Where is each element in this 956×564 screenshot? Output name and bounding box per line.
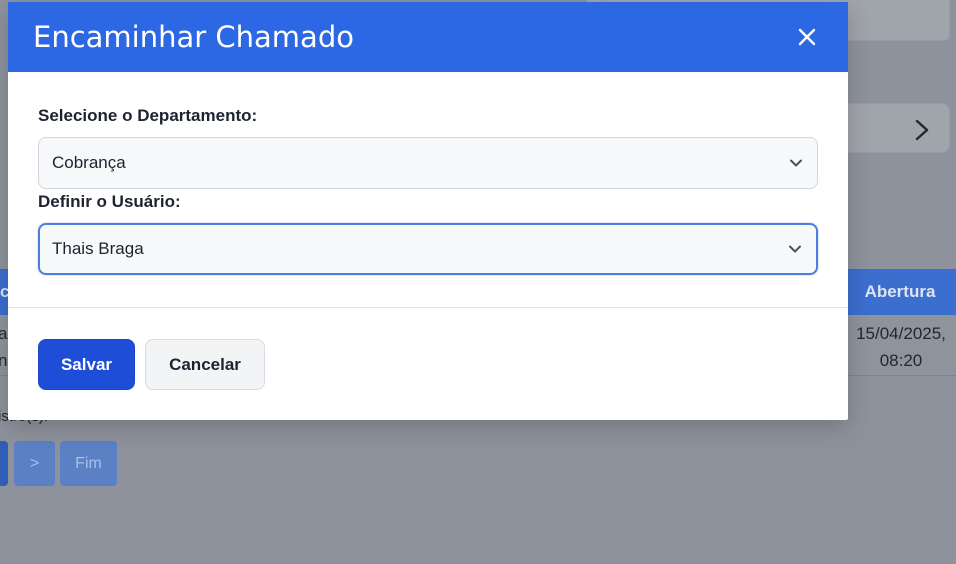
modal-footer: Salvar Cancelar [38,339,265,390]
user-select[interactable]: Thais Braga [38,223,818,275]
chevron-down-icon [789,245,801,253]
department-label: Selecione o Departamento: [38,106,258,125]
chevron-right-icon [915,119,929,141]
modal-body: Selecione o Departamento: Cobrança Defin… [8,72,848,275]
background-date-line2: 08:20 [879,351,923,370]
user-select-value: Thais Braga [52,239,144,258]
modal-footer-divider [8,307,848,308]
background-pagination-next: > [14,441,55,486]
background-column-header-abertura: Abertura [864,282,936,301]
background-date-cell: 15/04/2025, 08:20 [848,320,954,374]
cancel-button[interactable]: Cancelar [145,339,265,390]
background-pagination-current [0,441,8,486]
background-pagination-end: Fim [60,441,117,486]
department-field: Selecione o Departamento: Cobrança [38,106,818,189]
modal-close-button[interactable] [792,22,822,52]
user-field: Definir o Usuário: Thais Braga [38,192,818,275]
department-select[interactable]: Cobrança [38,137,818,189]
department-select-value: Cobrança [52,153,126,172]
save-button[interactable]: Salvar [38,339,135,390]
modal-header: Encaminhar Chamado [8,2,848,72]
user-label: Definir o Usuário: [38,192,181,211]
chevron-down-icon [790,159,802,167]
forward-ticket-modal: Encaminhar Chamado Selecione o Departame… [8,2,848,420]
close-icon [798,28,816,46]
background-date-line1: 15/04/2025, [856,324,946,343]
modal-title: Encaminhar Chamado [33,20,354,54]
